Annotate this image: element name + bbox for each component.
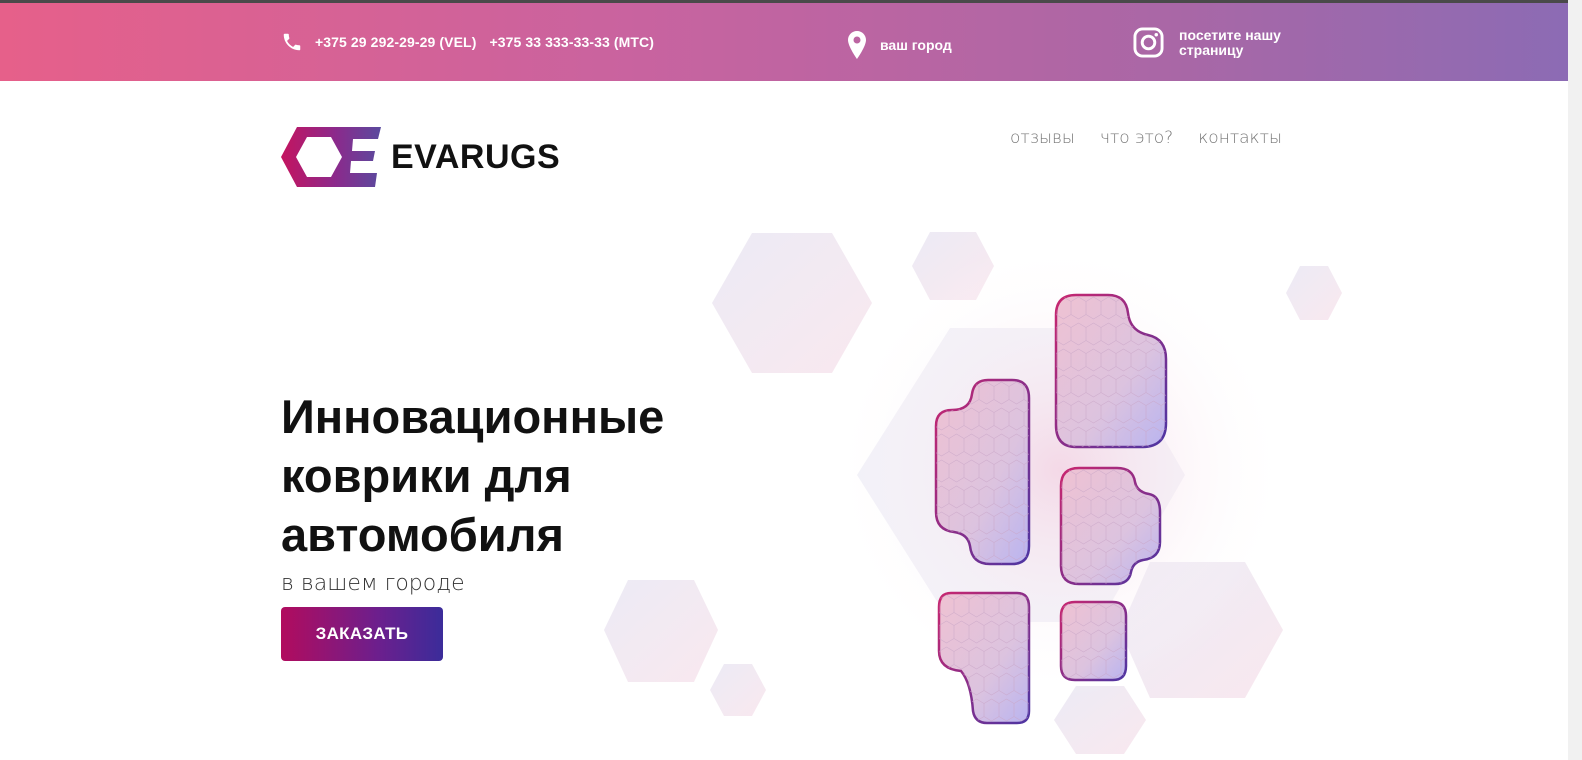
car-mat: [937, 591, 1031, 725]
bg-hexagon: [712, 233, 872, 373]
bg-hexagon: [710, 664, 766, 716]
city-label: ваш город: [880, 37, 952, 53]
phone-contacts: +375 29 292-29-29 (VEL) +375 33 333-33-3…: [281, 31, 667, 53]
map-pin-icon: [848, 31, 866, 59]
nav-item-what-is-it[interactable]: что это?: [1100, 128, 1173, 148]
logo[interactable]: EVARUGS: [281, 127, 560, 187]
main-nav: отзывы что это? контакты: [1010, 128, 1282, 148]
phone-icon: [283, 33, 301, 51]
car-mat: [1059, 600, 1128, 682]
top-contact-bar: +375 29 292-29-29 (VEL) +375 33 333-33-3…: [0, 3, 1568, 81]
nav-item-reviews[interactable]: отзывы: [1010, 128, 1075, 148]
phone-mts-link[interactable]: +375 33 333-33-33 (MTC): [489, 34, 654, 50]
bg-hexagon: [1286, 266, 1342, 320]
phone-vel-link[interactable]: +375 29 292-29-29 (VEL): [315, 34, 476, 50]
logo-icon: [281, 127, 381, 187]
instagram-label: посетите нашу страницу: [1179, 26, 1281, 58]
hero-subtitle: в вашем городе: [281, 571, 465, 596]
order-button[interactable]: ЗАКАЗАТЬ: [281, 607, 443, 661]
car-mats-illustration: [604, 232, 1342, 754]
bg-hexagon: [604, 580, 718, 682]
brand-name: EVARUGS: [391, 137, 561, 176]
instagram-icon: [1133, 27, 1164, 58]
instagram-link[interactable]: посетите нашу страницу: [1133, 27, 1309, 58]
scrollbar[interactable]: [1568, 0, 1582, 760]
nav-item-contacts[interactable]: контакты: [1198, 128, 1282, 148]
city-selector[interactable]: ваш город: [848, 31, 952, 59]
